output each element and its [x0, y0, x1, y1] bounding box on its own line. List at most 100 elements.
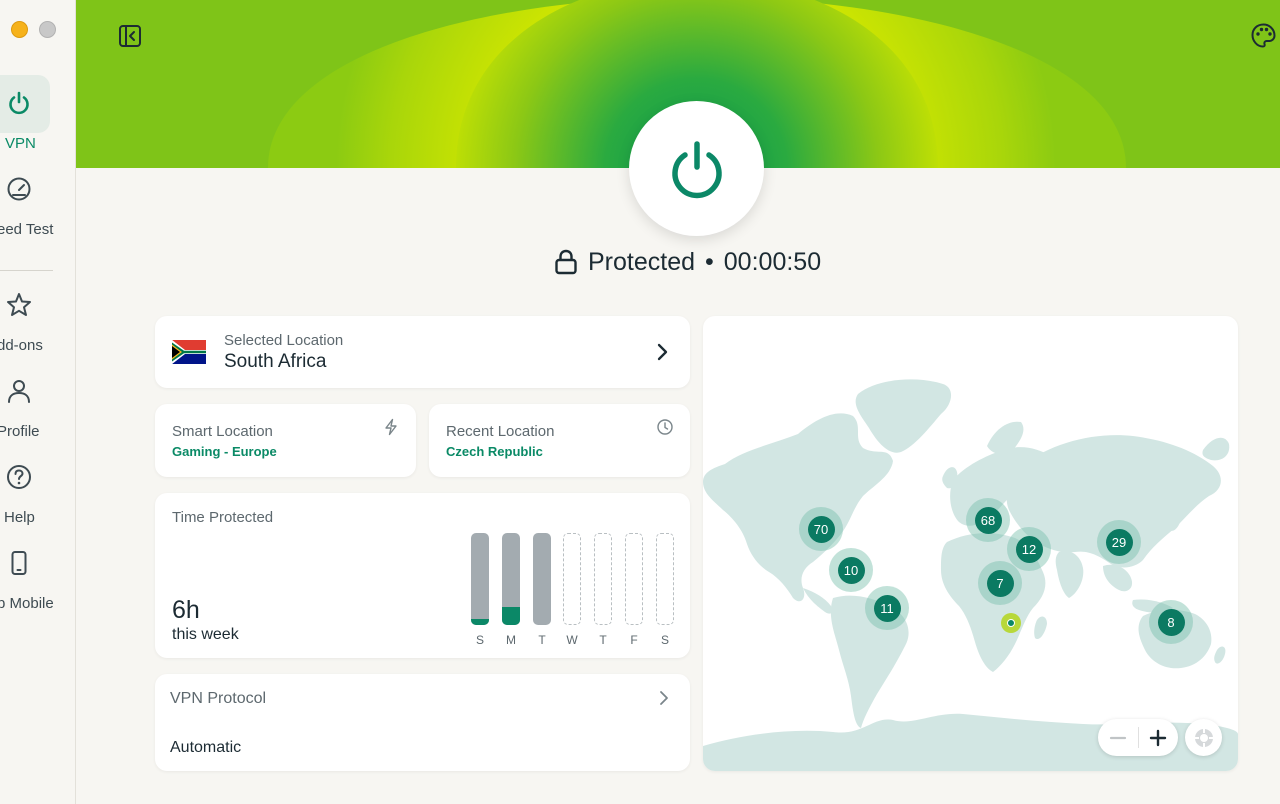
usage-bar-track [563, 533, 581, 625]
usage-bar: F [625, 533, 643, 648]
sidebar-item-help[interactable]: Help [0, 449, 76, 526]
power-icon [671, 140, 722, 198]
usage-bar: T [594, 533, 612, 648]
zoom-in-button[interactable] [1146, 726, 1170, 750]
server-cluster-marker[interactable]: 68 [966, 498, 1010, 542]
sidebar-item-label: Profile [0, 423, 40, 440]
smart-location-label: Smart Location [172, 423, 273, 440]
usage-bar-track [533, 533, 551, 625]
person-icon [8, 380, 30, 403]
sidebar-item-label: eed Test [0, 221, 54, 238]
usage-bar-day-label: S [475, 633, 484, 647]
server-cluster-marker[interactable]: 12 [1007, 527, 1051, 571]
usage-bar-fill [502, 607, 520, 625]
sidebar-divider [0, 270, 53, 271]
usage-bar-day-label: T [538, 633, 546, 647]
zoom-divider [1138, 727, 1139, 748]
sidebar-item-label: Help [4, 509, 35, 526]
usage-bar-day-label: M [506, 633, 516, 647]
zoom-out-button[interactable] [1106, 726, 1130, 750]
server-cluster-marker[interactable]: 8 [1149, 600, 1193, 644]
connected-location-marker[interactable] [1001, 613, 1021, 633]
server-cluster-marker[interactable]: 11 [865, 586, 909, 630]
connection-timer: 00:00:50 [723, 247, 822, 276]
sidebar-item-speed-test[interactable]: eed Test [0, 161, 76, 238]
usage-bar: W [563, 533, 581, 648]
world-map [703, 379, 1238, 771]
usage-bar-track [656, 533, 674, 625]
chevron-right-icon [657, 343, 668, 361]
cluster-count: 70 [807, 515, 835, 543]
usage-bar-track [471, 533, 489, 625]
cluster-count: 8 [1157, 608, 1185, 636]
power-icon [9, 91, 29, 115]
usage-bar: S [471, 533, 489, 648]
weekly-usage-chart: SMTWTFS [471, 533, 675, 648]
smart-location-value: Gaming - Europe [172, 444, 277, 459]
zoom-window-button[interactable] [39, 21, 56, 38]
speedometer-icon [7, 177, 31, 201]
usage-bar-day-label: S [660, 633, 669, 647]
lock-icon [555, 249, 577, 275]
cluster-count: 12 [1015, 535, 1043, 563]
lightning-icon [385, 418, 397, 436]
crosshair-icon [1194, 728, 1213, 747]
cluster-count: 11 [873, 594, 901, 622]
usage-bar-track [502, 533, 520, 625]
sidebar-item-profile[interactable]: Profile [0, 363, 76, 440]
clock-icon [657, 419, 673, 435]
cluster-count: 10 [837, 556, 865, 584]
collapse-sidebar-icon[interactable] [118, 24, 142, 48]
usage-bar-fill [471, 619, 489, 625]
zoom-controls [1098, 719, 1178, 756]
selected-location-card[interactable]: Selected Location South Africa [155, 316, 690, 388]
sidebar-item-vpn[interactable]: VPN [0, 75, 76, 152]
usage-bar-track [625, 533, 643, 625]
sidebar-item-mobile[interactable]: p Mobile [0, 535, 76, 612]
status-text: Protected [588, 247, 696, 276]
time-protected-label: Time Protected [172, 509, 274, 526]
time-protected-period: this week [172, 626, 239, 643]
cluster-count: 29 [1105, 528, 1133, 556]
sidebar-item-label: dd-ons [0, 337, 43, 354]
palette-icon[interactable] [1250, 22, 1277, 49]
vpn-protocol-value: Automatic [170, 739, 242, 756]
recenter-map-button[interactable] [1185, 719, 1222, 756]
server-cluster-marker[interactable]: 7 [978, 561, 1022, 605]
recent-location-card[interactable]: Recent Location Czech Republic [429, 404, 690, 477]
south-africa-flag-icon [172, 340, 206, 364]
usage-bar-track [594, 533, 612, 625]
cluster-count: 7 [986, 569, 1014, 597]
recent-location-value: Czech Republic [446, 444, 543, 459]
selected-location-label: Selected Location [224, 332, 344, 349]
sidebar-item-add-ons[interactable]: dd-ons [0, 277, 76, 354]
usage-bar-day-label: T [599, 633, 607, 647]
connect-power-button[interactable] [629, 101, 764, 236]
vpn-protocol-card[interactable]: VPN Protocol Automatic [155, 674, 690, 771]
cluster-count: 68 [974, 506, 1002, 534]
sidebar-item-label: VPN [5, 135, 36, 152]
server-cluster-marker[interactable]: 70 [799, 507, 843, 551]
sidebar: VPN eed Test dd-ons Profile Help p Mobil… [0, 0, 76, 804]
time-protected-card: Time Protected 6h this week S M T W T F S [155, 493, 690, 658]
time-protected-hours: 6h [172, 596, 200, 624]
status-separator: • [705, 247, 714, 276]
smart-location-card[interactable]: Smart Location Gaming - Europe [155, 404, 416, 477]
vpn-protocol-label: VPN Protocol [170, 690, 267, 707]
usage-bar-day-label: F [630, 633, 638, 647]
recent-location-label: Recent Location [446, 423, 555, 440]
sidebar-item-label: p Mobile [0, 595, 54, 612]
smartphone-icon [11, 551, 27, 575]
chevron-right-icon [660, 691, 668, 705]
usage-bar-day-label: W [566, 633, 578, 647]
selected-location-value: South Africa [224, 351, 327, 372]
help-circle-icon [7, 465, 31, 489]
star-icon [7, 293, 31, 316]
usage-bar: M [502, 533, 520, 648]
minimize-window-button[interactable] [11, 21, 28, 38]
server-map[interactable]: 70 10 11 68 12 7 29 8 [703, 316, 1238, 771]
connection-status: Protected • 00:00:50 [554, 245, 821, 279]
server-cluster-marker[interactable]: 10 [829, 548, 873, 592]
server-cluster-marker[interactable]: 29 [1097, 520, 1141, 564]
usage-bar: T [533, 533, 551, 648]
